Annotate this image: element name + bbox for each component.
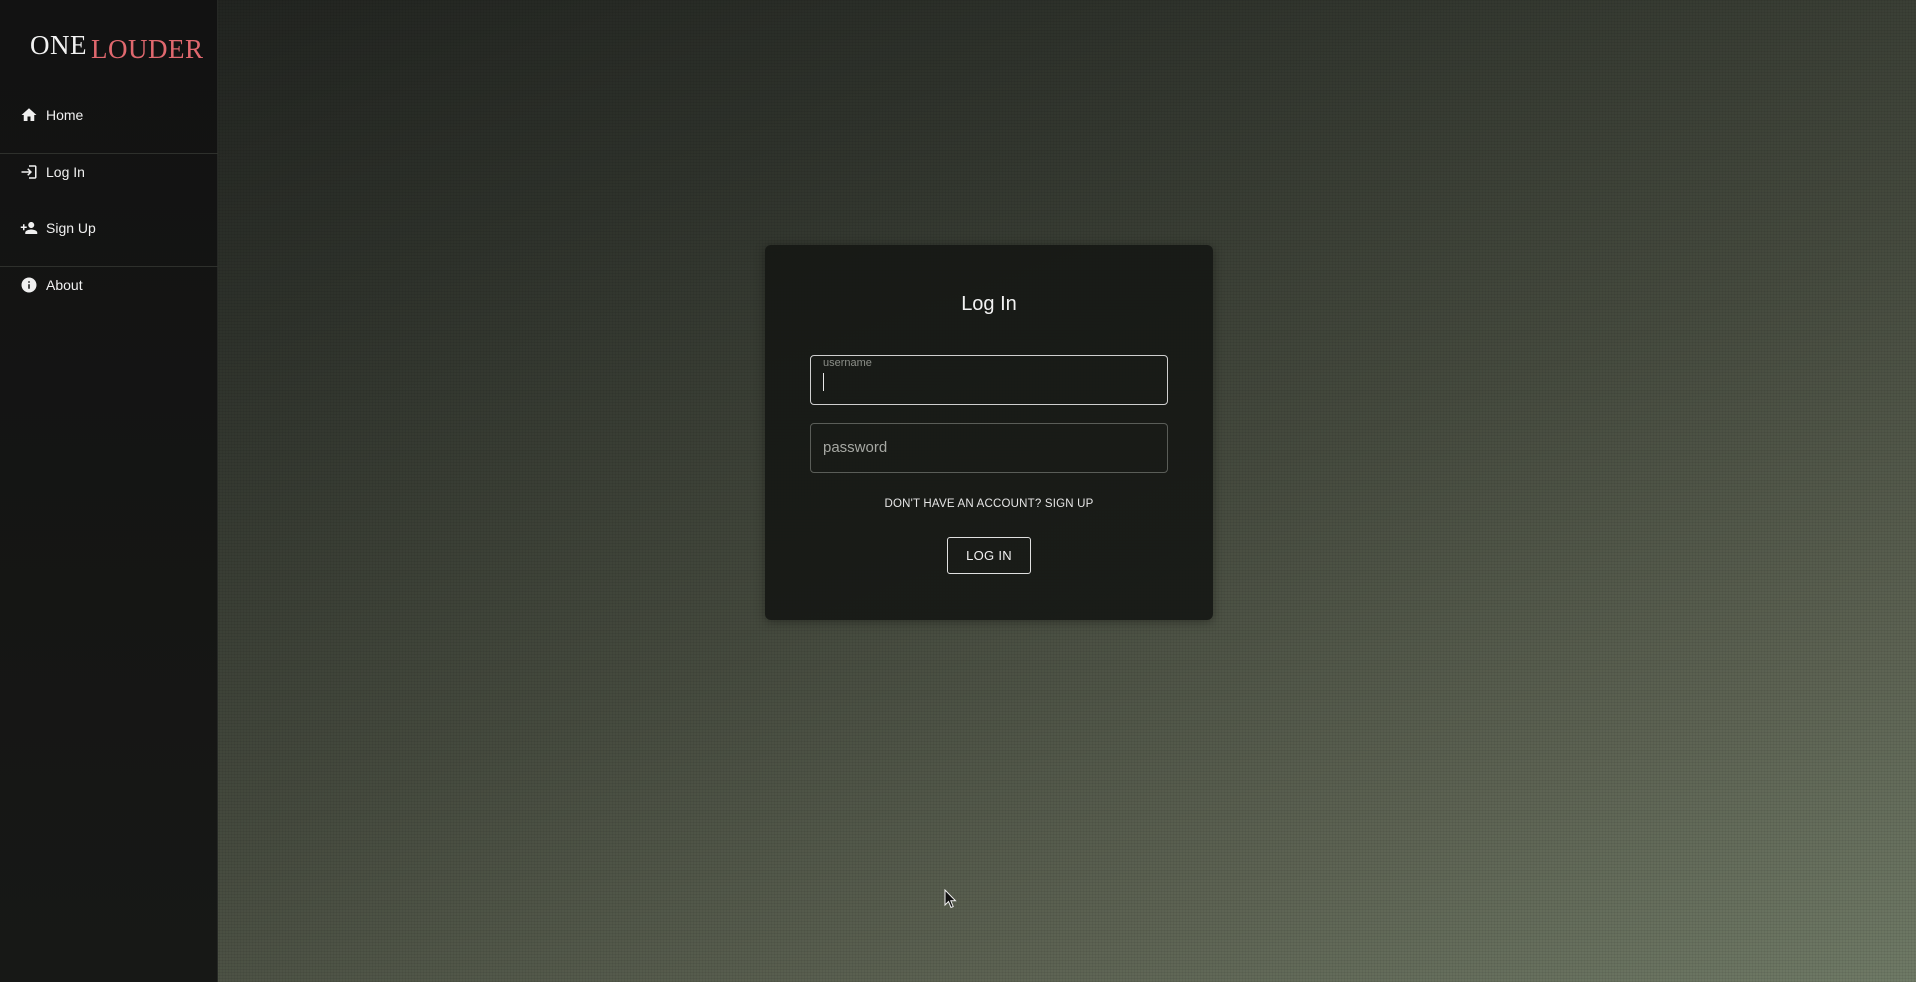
password-input[interactable] <box>811 424 1167 472</box>
password-field-container: password <box>810 423 1168 473</box>
username-field-container: username <box>810 355 1168 405</box>
login-button[interactable]: LOG IN <box>947 537 1031 574</box>
home-icon <box>20 106 38 124</box>
logo-part-one: ONE <box>30 30 87 60</box>
signup-link[interactable]: DON'T HAVE AN ACCOUNT? SIGN UP <box>765 498 1213 510</box>
sidebar-item-label: About <box>46 277 83 293</box>
person-add-icon <box>20 219 38 237</box>
text-caret <box>823 373 824 391</box>
sidebar-item-about[interactable]: About <box>0 257 218 313</box>
logo-part-two: LOUDER <box>91 34 204 64</box>
login-card: Log In username password DON'T HAVE AN A… <box>765 245 1213 620</box>
sidebar-item-login[interactable]: Log In <box>0 144 218 200</box>
sidebar-item-label: Log In <box>46 164 85 180</box>
sidebar-item-label: Sign Up <box>46 220 96 236</box>
mouse-cursor-icon <box>944 889 957 909</box>
sidebar-item-label: Home <box>46 107 84 123</box>
login-title: Log In <box>961 293 1017 315</box>
sidebar-item-home[interactable]: Home <box>0 87 218 143</box>
app-logo[interactable]: ONE LOUDER <box>30 30 204 64</box>
info-icon <box>20 276 38 294</box>
sidebar-item-signup[interactable]: Sign Up <box>0 200 218 256</box>
sidebar: ONE LOUDER Home Log In Sign Up About <box>0 0 218 982</box>
login-icon <box>20 163 38 181</box>
username-input[interactable] <box>811 356 1167 404</box>
